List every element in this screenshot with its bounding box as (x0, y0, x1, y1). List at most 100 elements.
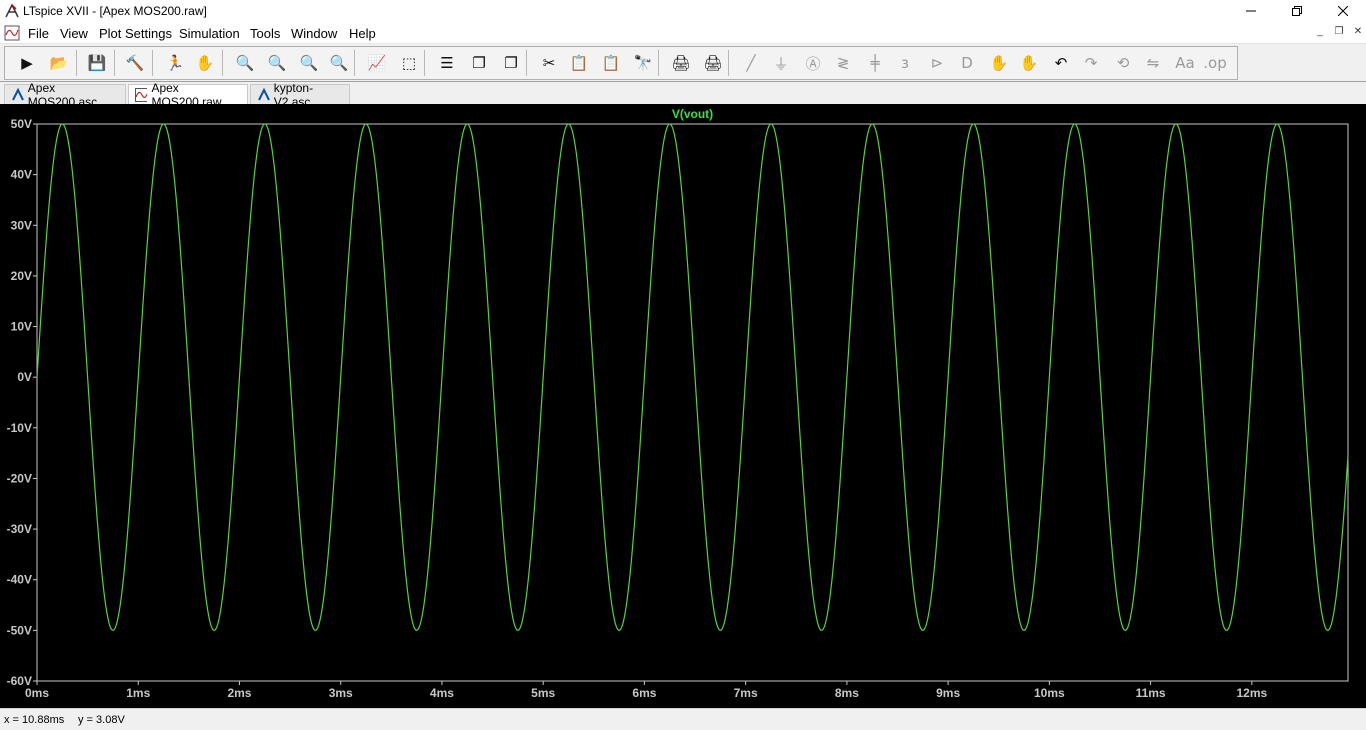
drag-button[interactable]: ✋ (1016, 50, 1042, 76)
pan-hand-button[interactable]: ✋ (192, 50, 218, 76)
paste-icon: 📋 (601, 54, 621, 72)
move-button[interactable]: ✋ (986, 50, 1012, 76)
label-icon: Ⓐ (805, 54, 821, 73)
zoom-out-icon: 🔍 (299, 54, 319, 72)
title-bar: LTspice XVII - [Apex MOS200.raw] (0, 0, 1366, 22)
window-title: LTspice XVII - [Apex MOS200.raw] (23, 4, 207, 18)
inductor-button[interactable]: ɜ (892, 50, 918, 76)
control-panel-icon: 🔨 (125, 54, 145, 72)
tab-apex-mos200-asc[interactable]: Apex MOS200.asc (4, 81, 126, 109)
wire-button[interactable]: ╱ (738, 50, 764, 76)
run-button[interactable]: ▶ (14, 50, 40, 76)
menu-simulation[interactable]: Simulation (179, 26, 240, 41)
menu-plot-settings[interactable]: Plot Settings (99, 26, 172, 41)
waveform-icon (135, 87, 148, 102)
menu-tools[interactable]: Tools (250, 26, 280, 41)
tab-apex-mos200-raw[interactable]: Apex MOS200.raw (128, 81, 248, 109)
y-tick-label: 0V (17, 370, 32, 384)
mirror-icon: ⇋ (1146, 54, 1160, 72)
minimize-button[interactable] (1228, 0, 1274, 22)
zoom-full-button[interactable]: 🔍 (264, 50, 290, 76)
cut-button[interactable]: ✂ (536, 50, 562, 76)
toolbar-separator (222, 50, 223, 76)
print-setup-icon: 🖨 (703, 54, 723, 72)
toolbar-separator (76, 50, 77, 76)
menu-view[interactable]: View (60, 26, 88, 41)
inductor-icon: ɜ (901, 54, 909, 72)
x-tick-label: 11ms (1136, 686, 1166, 700)
undo-icon: ↶ (1054, 54, 1068, 72)
mdi-minimize-button[interactable]: _ (1312, 26, 1328, 40)
ground-icon: ⏚ (773, 54, 789, 73)
copy-button[interactable]: 📋 (566, 50, 592, 76)
x-tick-label: 4ms (430, 686, 454, 700)
capacitor-button[interactable]: ╪ (862, 50, 888, 76)
redo-button[interactable]: ↷ (1078, 50, 1104, 76)
open-button[interactable]: 📂 (46, 50, 72, 76)
tile-vertical-button[interactable]: ❐ (498, 50, 524, 76)
y-tick-label: -10V (7, 421, 32, 435)
zoom-in-button[interactable]: 🔍 (232, 50, 258, 76)
text-button[interactable]: Aa (1172, 50, 1198, 76)
open-icon: 📂 (49, 54, 69, 72)
mdi-close-button[interactable]: ✕ (1350, 26, 1366, 40)
drag-icon: ✋ (1019, 54, 1039, 72)
resistor-button[interactable]: ≷ (830, 50, 856, 76)
zoom-in-icon: 🔍 (235, 54, 255, 72)
menu-file[interactable]: File (28, 26, 49, 41)
ground-button[interactable]: ⏚ (768, 50, 794, 76)
tile-horizontal-button[interactable]: ☰ (434, 50, 460, 76)
save-button[interactable]: 💾 (84, 50, 110, 76)
menu-window[interactable]: Window (291, 26, 337, 41)
undo-button[interactable]: ↶ (1048, 50, 1074, 76)
diode-icon: ⊳ (930, 54, 944, 72)
mirror-button[interactable]: ⇋ (1140, 50, 1166, 76)
print-button[interactable]: 🖨 (668, 50, 694, 76)
print-icon: 🖨 (671, 54, 691, 72)
y-tick-label: 20V (11, 269, 32, 283)
spice-directive-button[interactable]: .op (1202, 50, 1228, 76)
autorange-button[interactable]: 📈 (364, 50, 390, 76)
tab-kypton-v2-asc[interactable]: kypton-V2.asc (250, 81, 350, 109)
x-tick-label: 2ms (227, 686, 251, 700)
wire-icon: ╱ (746, 54, 756, 72)
waveform-plot[interactable]: 50V 40V 30V 20V 10V 0V -10V -20V -30V -40V -50V -60… (0, 104, 1366, 708)
rotate-button[interactable]: ⟲ (1110, 50, 1136, 76)
x-tick-label: 1ms (126, 686, 150, 700)
move-icon: ✋ (989, 54, 1009, 72)
menu-help[interactable]: Help (349, 26, 376, 41)
zoom-cancel-button[interactable]: 🔍 (326, 50, 352, 76)
menu-bar: File View Plot Settings Simulation Tools… (0, 22, 1366, 44)
close-button[interactable] (1320, 0, 1366, 22)
diode-button[interactable]: ⊳ (924, 50, 950, 76)
toolbar-separator (526, 50, 527, 76)
text-icon: Aa (1175, 54, 1195, 72)
fit-button[interactable]: ⬚ (396, 50, 422, 76)
print-setup-button[interactable]: 🖨 (700, 50, 726, 76)
label-button[interactable]: Ⓐ (800, 50, 826, 76)
toolbar-separator (424, 50, 425, 76)
restore-button[interactable] (1274, 0, 1320, 22)
find-button[interactable]: 🔭 (630, 50, 656, 76)
y-tick-label: -30V (7, 522, 32, 536)
tab-bar: Apex MOS200.asc Apex MOS200.raw kypton-V… (0, 81, 1366, 109)
run-man-button[interactable]: 🏃 (162, 50, 188, 76)
find-icon: 🔭 (633, 54, 653, 72)
waveform-chart[interactable]: 50V40V30V20V10V0V-10V-20V-30V-40V-50V-60… (0, 104, 1366, 708)
control-panel-button[interactable]: 🔨 (122, 50, 148, 76)
cursor-x-readout: x = 10.88ms (4, 714, 65, 726)
x-tick-label: 8ms (835, 686, 859, 700)
zoom-out-button[interactable]: 🔍 (296, 50, 322, 76)
series-line-vout (36, 123, 1349, 631)
cascade-button[interactable]: ❐ (466, 50, 492, 76)
rotate-icon: ⟲ (1116, 54, 1130, 72)
fit-icon: ⬚ (401, 54, 417, 72)
mdi-restore-button[interactable]: ❐ (1331, 26, 1347, 40)
x-tick-label: 7ms (734, 686, 758, 700)
x-tick-label: 0ms (25, 686, 49, 700)
paste-button[interactable]: 📋 (598, 50, 624, 76)
toolbar-separator (728, 50, 729, 76)
component-button[interactable]: D (954, 50, 980, 76)
x-tick-label: 5ms (531, 686, 555, 700)
waveform-doc-icon[interactable] (4, 25, 20, 41)
